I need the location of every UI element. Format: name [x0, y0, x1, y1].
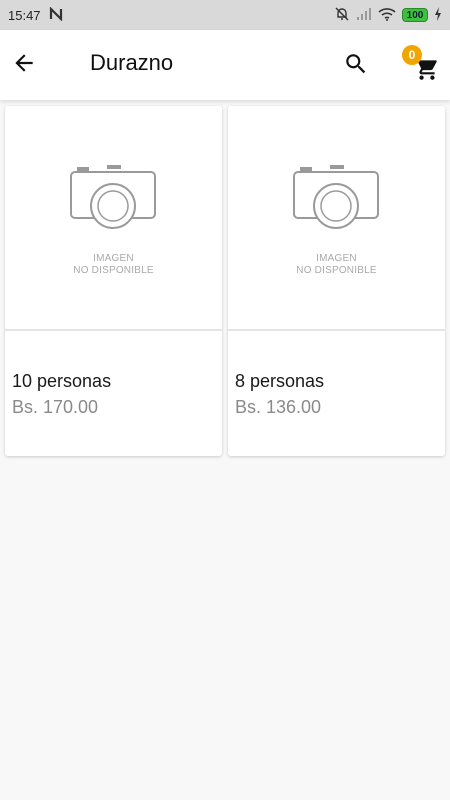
- wifi-icon: [378, 7, 396, 24]
- search-button[interactable]: [342, 52, 370, 80]
- image-unavailable-text: IMAGEN NO DISPONIBLE: [73, 253, 154, 276]
- battery-level: 100: [406, 9, 424, 21]
- image-unavailable-text: IMAGEN NO DISPONIBLE: [296, 253, 377, 276]
- charging-icon: [434, 6, 442, 24]
- search-icon: [343, 51, 369, 82]
- product-card[interactable]: IMAGEN NO DISPONIBLE 8 personas Bs. 136.…: [228, 106, 445, 456]
- product-price: Bs. 170.00: [12, 397, 99, 417]
- product-image-placeholder: IMAGEN NO DISPONIBLE: [5, 106, 222, 331]
- product-name: 8 personas: [235, 371, 325, 391]
- app-bar: Durazno 0: [0, 30, 450, 100]
- notification-n-icon: [49, 5, 63, 24]
- battery-icon: 100: [402, 8, 428, 22]
- product-price: Bs. 136.00: [235, 397, 322, 417]
- cart-count-badge: 0: [402, 45, 422, 65]
- back-arrow-icon: [11, 50, 37, 81]
- status-right: 100: [334, 6, 442, 25]
- page-title: Durazno: [90, 50, 174, 75]
- product-card[interactable]: IMAGEN NO DISPONIBLE 10 personas Bs. 170…: [5, 106, 222, 456]
- product-name: 10 personas: [12, 371, 112, 391]
- back-button[interactable]: [10, 51, 38, 79]
- camera-icon: [69, 164, 159, 239]
- mute-icon: [334, 6, 350, 25]
- camera-icon: [292, 164, 382, 239]
- status-time: 15:47: [8, 7, 41, 23]
- status-bar: 15:47 100: [0, 0, 450, 30]
- status-left: 15:47: [8, 5, 63, 24]
- signal-icon: [356, 7, 372, 24]
- product-image-placeholder: IMAGEN NO DISPONIBLE: [228, 106, 445, 331]
